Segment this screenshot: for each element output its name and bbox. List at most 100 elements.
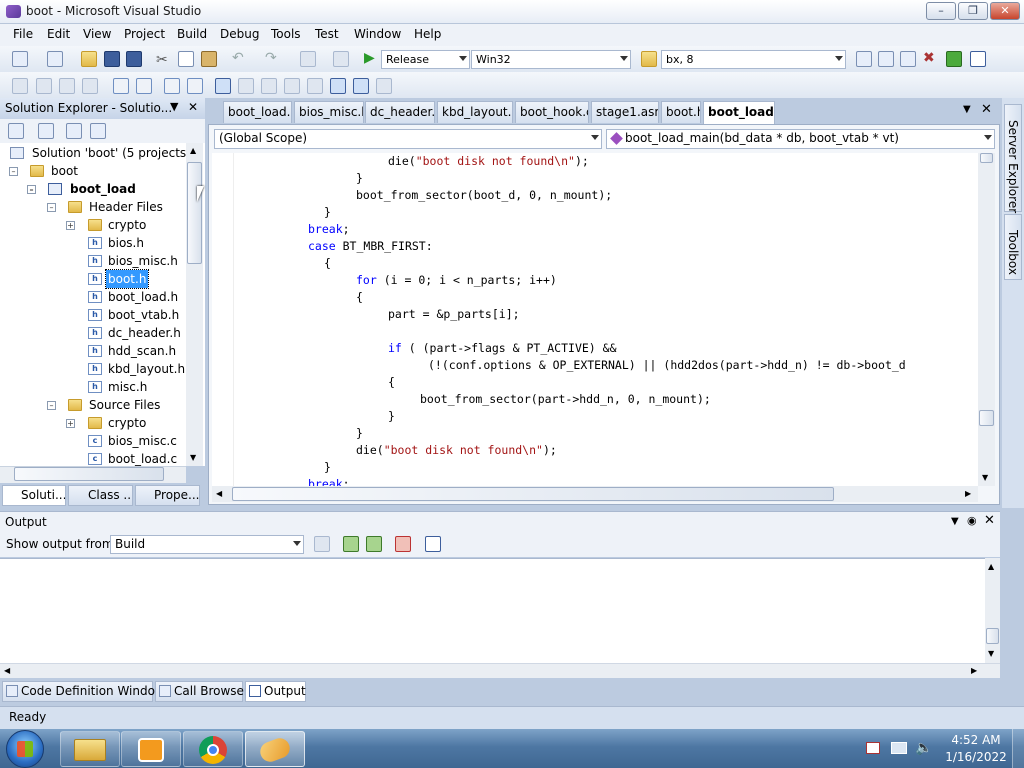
- next-bookmark-document-icon[interactable]: [353, 78, 369, 94]
- scope-combo[interactable]: (Global Scope): [214, 129, 602, 149]
- clear-bookmarks-icon[interactable]: [376, 78, 392, 94]
- code-line[interactable]: case BT_MBR_FIRST:: [308, 238, 433, 255]
- save-icon[interactable]: [104, 51, 120, 67]
- doc-tab-active[interactable]: boot_load.c: [703, 101, 775, 124]
- menu-test[interactable]: Test: [315, 27, 339, 41]
- paste-icon[interactable]: [201, 51, 217, 67]
- toggle-bookmark-icon[interactable]: [215, 78, 231, 94]
- start-debugging-icon[interactable]: ▶: [364, 50, 375, 66]
- scroll-right-icon[interactable]: ▶: [971, 666, 977, 675]
- taskbar-visual-studio[interactable]: [245, 731, 305, 767]
- scroll-down-icon[interactable]: ▼: [988, 649, 994, 658]
- code-line[interactable]: break;: [308, 476, 350, 486]
- close-document-icon[interactable]: ✕: [981, 102, 992, 117]
- menu-file[interactable]: File: [13, 27, 33, 41]
- tab-code-definition-window[interactable]: Code Definition Window: [2, 681, 165, 702]
- collapse-icon[interactable]: –: [47, 203, 56, 212]
- quick-info-icon[interactable]: [59, 78, 75, 94]
- comment-icon[interactable]: [164, 78, 180, 94]
- output-menu-icon[interactable]: ▼: [951, 516, 959, 527]
- taskbar-media-player[interactable]: [121, 731, 181, 767]
- code-line[interactable]: }: [388, 408, 395, 425]
- next-bookmark-icon[interactable]: [261, 78, 277, 94]
- taskbar-chrome[interactable]: [183, 731, 243, 767]
- doc-tab[interactable]: boot.h: [661, 101, 701, 123]
- tree-file[interactable]: c boot_load.c: [88, 450, 198, 466]
- cut-icon[interactable]: ✂: [156, 52, 168, 68]
- next-message-icon[interactable]: [366, 536, 382, 552]
- code-line[interactable]: part = &p_parts[i];: [388, 306, 520, 323]
- navigate-back-icon[interactable]: [300, 51, 316, 67]
- collapse-icon[interactable]: –: [9, 167, 18, 176]
- properties-icon[interactable]: [8, 123, 24, 139]
- tree-item-header-files[interactable]: – Header Files: [46, 198, 196, 216]
- expand-icon[interactable]: +: [66, 419, 75, 428]
- tree-file-selected[interactable]: h boot.h: [88, 269, 198, 289]
- previous-bookmark-folder-icon[interactable]: [284, 78, 300, 94]
- previous-bookmark-document-icon[interactable]: [330, 78, 346, 94]
- close-icon[interactable]: ✕: [984, 513, 995, 528]
- code-line[interactable]: }: [356, 425, 363, 442]
- next-bookmark-folder-icon[interactable]: [307, 78, 323, 94]
- clock-date[interactable]: 1/16/2022: [943, 750, 1009, 764]
- find-message-icon[interactable]: [314, 536, 330, 552]
- editor-hscroll-thumb[interactable]: [232, 487, 834, 501]
- scroll-down-icon[interactable]: ▼: [190, 453, 196, 462]
- pin-icon[interactable]: ▼: [170, 100, 178, 113]
- undo-icon[interactable]: ↶: [232, 50, 244, 66]
- copy-icon[interactable]: [178, 51, 194, 67]
- code-line[interactable]: (!(conf.options & OP_EXTERNAL) || (hdd2d…: [428, 357, 906, 374]
- function-combo[interactable]: boot_load_main(bd_data * db, boot_vtab *…: [606, 129, 995, 149]
- outdent-icon[interactable]: [113, 78, 129, 94]
- open-file-icon[interactable]: [81, 51, 97, 67]
- doc-tab[interactable]: dc_header.c: [365, 101, 435, 123]
- tree-item-boot-load[interactable]: – boot_load: [26, 180, 196, 198]
- code-line[interactable]: if ( (part->flags & PT_ACTIVE) &&: [388, 340, 617, 357]
- output-horizontal-scrollbar[interactable]: [0, 663, 1000, 678]
- class-diagram-icon[interactable]: [90, 123, 106, 139]
- tree-file[interactable]: h bios.h: [88, 234, 198, 252]
- add-item-icon[interactable]: [47, 51, 63, 67]
- tab-solution[interactable]: Soluti...: [2, 485, 66, 506]
- editor-vertical-scrollbar[interactable]: [978, 153, 995, 486]
- scroll-left-icon[interactable]: ◀: [4, 666, 10, 675]
- code-line[interactable]: break;: [308, 221, 350, 238]
- tree-hscroll-thumb[interactable]: [14, 467, 164, 481]
- code-line[interactable]: }: [324, 459, 331, 476]
- scroll-down-icon[interactable]: ▼: [982, 473, 988, 482]
- close-button[interactable]: ✕: [990, 2, 1020, 20]
- tree-item-crypto[interactable]: + crypto: [65, 216, 195, 234]
- collapse-icon[interactable]: –: [47, 401, 56, 410]
- tree-file[interactable]: h misc.h: [88, 378, 198, 396]
- platform-combo[interactable]: Win32: [471, 50, 631, 69]
- command-window-icon[interactable]: [970, 51, 986, 67]
- menu-view[interactable]: View: [83, 27, 111, 41]
- navigate-forward-icon[interactable]: [333, 51, 349, 67]
- configuration-combo[interactable]: Release: [381, 50, 470, 69]
- tab-class-view[interactable]: Class ...: [68, 485, 133, 506]
- menu-build[interactable]: Build: [177, 27, 207, 41]
- parameter-info-icon[interactable]: [36, 78, 52, 94]
- editor-split-handle[interactable]: [980, 153, 993, 163]
- tree-solution[interactable]: Solution 'boot' (5 projects): [10, 144, 191, 162]
- expand-icon[interactable]: +: [66, 221, 75, 230]
- doc-tab[interactable]: bios_misc.h: [294, 101, 364, 123]
- taskbar-explorer[interactable]: [60, 731, 120, 767]
- tree-item-source-files[interactable]: – Source Files: [46, 396, 196, 414]
- tree-file[interactable]: h hdd_scan.h: [88, 342, 198, 360]
- toolbox-icon[interactable]: ✖: [923, 50, 935, 66]
- previous-bookmark-icon[interactable]: [238, 78, 254, 94]
- doc-tab[interactable]: stage1.asm: [591, 101, 659, 123]
- tree-item-boot[interactable]: – boot: [8, 162, 188, 180]
- scroll-left-icon[interactable]: ◀: [216, 489, 222, 498]
- clear-all-icon[interactable]: [395, 536, 411, 552]
- doc-tab[interactable]: kbd_layout.c: [437, 101, 513, 123]
- scroll-up-icon[interactable]: ▲: [190, 146, 196, 155]
- doc-tab[interactable]: boot_hook.c: [515, 101, 589, 123]
- maximize-button[interactable]: ❐: [958, 2, 988, 20]
- minimize-button[interactable]: –: [926, 2, 956, 20]
- refresh-icon[interactable]: [66, 123, 82, 139]
- menu-debug[interactable]: Debug: [220, 27, 259, 41]
- word-wrap-icon[interactable]: [425, 536, 441, 552]
- start-page-icon[interactable]: [946, 51, 962, 67]
